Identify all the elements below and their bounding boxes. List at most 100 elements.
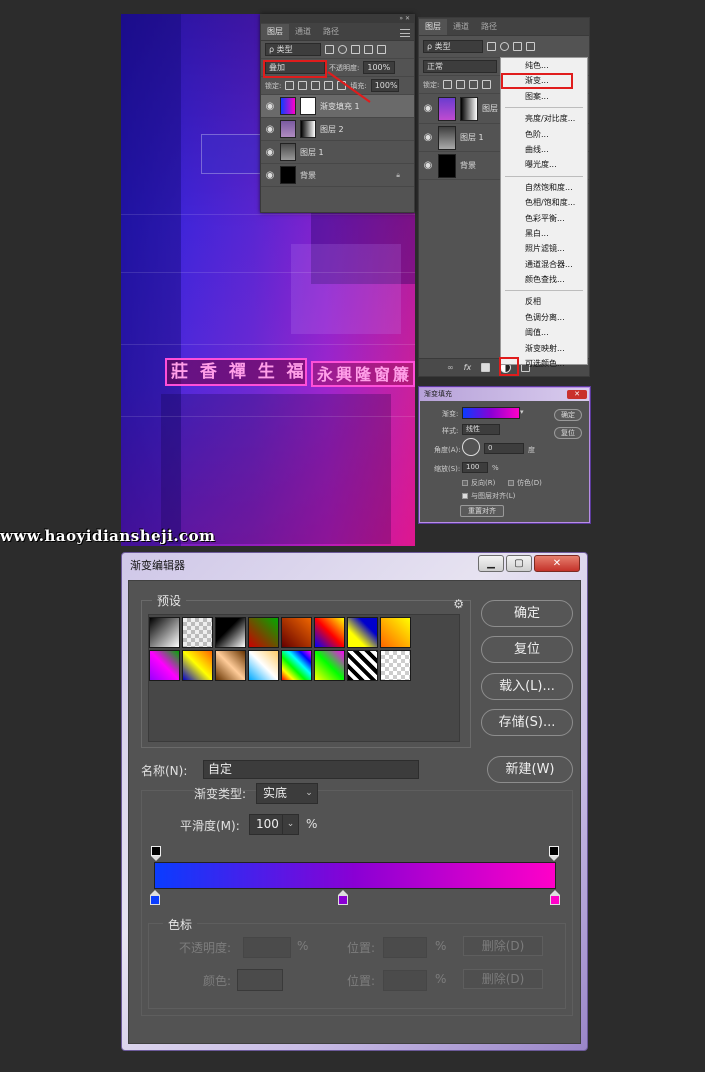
layer-row[interactable]: ◉ 背景 🔒︎ [261, 164, 414, 187]
menu-item[interactable]: 色彩平衡... [501, 211, 587, 226]
opacity-stop-right[interactable] [549, 846, 559, 861]
type-filter-icon[interactable] [513, 42, 522, 51]
lock-artboard-icon[interactable] [482, 80, 492, 89]
reset-button[interactable]: 复位 [554, 427, 582, 439]
preset-swatch[interactable] [215, 650, 246, 681]
maximize-icon[interactable]: ▢ [506, 555, 532, 572]
color-stop-left[interactable] [150, 890, 160, 905]
gradient-type-select[interactable]: 实底 ⌄ [256, 783, 318, 804]
style-select[interactable]: 线性 [462, 424, 500, 435]
preset-swatch[interactable] [149, 617, 180, 648]
tab-channels[interactable]: 通道 [447, 19, 475, 35]
preset-swatch[interactable] [380, 617, 411, 648]
tab-paths[interactable]: 路径 [317, 24, 345, 40]
tab-layers[interactable]: 图层 [419, 19, 447, 35]
reverse-checkbox[interactable]: 反向(R) [462, 478, 495, 488]
gear-icon[interactable]: ⚙ [453, 597, 464, 611]
preset-swatch[interactable] [182, 617, 213, 648]
menu-item[interactable]: 色相/饱和度... [501, 195, 587, 210]
fx-button[interactable]: fx [464, 363, 472, 372]
color-stop-right[interactable] [550, 890, 560, 905]
stop-color-swatch[interactable] [237, 969, 283, 991]
menu-item[interactable]: 图案... [501, 89, 587, 104]
eye-icon[interactable]: ◉ [422, 132, 434, 143]
shape-filter-icon[interactable] [526, 42, 535, 51]
dither-checkbox[interactable]: 仿色(D) [508, 478, 542, 488]
tab-paths[interactable]: 路径 [475, 19, 503, 35]
preset-swatch[interactable] [248, 617, 279, 648]
ok-button[interactable]: 确定 [554, 409, 582, 421]
menu-item[interactable]: 黑白... [501, 226, 587, 241]
panel-menu-icon[interactable] [400, 29, 410, 37]
tab-layers[interactable]: 图层 [261, 24, 289, 40]
opacity-stop-left[interactable] [151, 846, 161, 861]
menu-item[interactable]: 纯色... [501, 58, 587, 73]
lock-transparent-icon[interactable] [285, 81, 295, 90]
stop-location-field[interactable] [383, 970, 427, 991]
menu-item[interactable]: 通道混合器... [501, 257, 587, 272]
lock-move-icon[interactable] [311, 81, 321, 90]
preset-swatch[interactable] [314, 617, 345, 648]
reset-align-button[interactable]: 重置对齐 [460, 505, 504, 517]
menu-item[interactable]: 色调分离... [501, 310, 587, 325]
delete-color-stop-button[interactable]: 删除(D) [463, 969, 543, 989]
lock-transparent-icon[interactable] [443, 80, 453, 89]
gradient-bar[interactable] [154, 862, 556, 889]
gradient-preview[interactable] [462, 407, 520, 419]
lock-brush-icon[interactable] [456, 80, 466, 89]
close-icon[interactable]: ✕ [534, 555, 580, 572]
preset-swatch[interactable] [281, 650, 312, 681]
menu-item[interactable]: 颜色查找... [501, 272, 587, 287]
adjust-filter-icon[interactable] [500, 42, 509, 51]
link-icon[interactable]: ∞ [447, 363, 454, 372]
color-stop-middle[interactable] [338, 890, 348, 905]
reset-button[interactable]: 复位 [481, 636, 573, 663]
pixel-filter-icon[interactable] [487, 42, 496, 51]
lock-move-icon[interactable] [469, 80, 479, 89]
save-button[interactable]: 存储(S)... [481, 709, 573, 736]
preset-swatch[interactable] [182, 650, 213, 681]
blend-mode-select[interactable]: 正常 [423, 60, 497, 73]
eye-icon[interactable]: ◉ [422, 103, 434, 114]
preset-swatch[interactable] [347, 650, 378, 681]
eye-icon[interactable]: ◉ [264, 124, 276, 135]
menu-item[interactable]: 反相 [501, 294, 587, 309]
preset-swatch[interactable] [215, 617, 246, 648]
angle-field[interactable]: 0 [484, 443, 524, 454]
name-field[interactable]: 自定 [203, 760, 419, 779]
ok-button[interactable]: 确定 [481, 600, 573, 627]
eye-icon[interactable]: ◉ [264, 101, 276, 112]
menu-item[interactable]: 自然饱和度... [501, 180, 587, 195]
preset-swatch[interactable] [347, 617, 378, 648]
minimize-icon[interactable]: ▁ [478, 555, 504, 572]
stop-location-field[interactable] [383, 937, 427, 958]
filter-kind-select[interactable]: ρ 类型 [265, 43, 321, 56]
angle-dial[interactable] [462, 438, 480, 456]
shape-filter-icon[interactable] [364, 45, 373, 54]
preset-swatch[interactable] [281, 617, 312, 648]
menu-item[interactable]: 曝光度... [501, 157, 587, 172]
type-filter-icon[interactable] [351, 45, 360, 54]
preset-swatch[interactable] [314, 650, 345, 681]
stop-opacity-field[interactable] [243, 937, 291, 958]
eye-icon[interactable]: ◉ [264, 147, 276, 158]
menu-item[interactable]: 渐变映射... [501, 341, 587, 356]
menu-item[interactable]: 曲线... [501, 142, 587, 157]
tab-channels[interactable]: 通道 [289, 24, 317, 40]
preset-swatch[interactable] [149, 650, 180, 681]
eye-icon[interactable]: ◉ [264, 170, 276, 181]
eye-icon[interactable]: ◉ [422, 160, 434, 171]
smoothness-select[interactable]: 100 ⌄ [249, 814, 299, 835]
menu-item[interactable]: 亮度/对比度... [501, 111, 587, 126]
preset-swatch[interactable] [380, 650, 411, 681]
menu-item[interactable]: 阈值... [501, 325, 587, 340]
filter-kind-select[interactable]: ρ 类型 [423, 40, 483, 53]
preset-swatch[interactable] [248, 650, 279, 681]
layer-row[interactable]: ◉ 图层 1 [261, 141, 414, 164]
smart-filter-icon[interactable] [377, 45, 386, 54]
scale-field[interactable]: 100 [462, 462, 488, 473]
delete-opacity-stop-button[interactable]: 删除(D) [463, 936, 543, 956]
add-mask-icon[interactable] [481, 363, 491, 372]
layer-row[interactable]: ◉ 图层 2 [261, 118, 414, 141]
menu-item[interactable]: 照片滤镜... [501, 241, 587, 256]
